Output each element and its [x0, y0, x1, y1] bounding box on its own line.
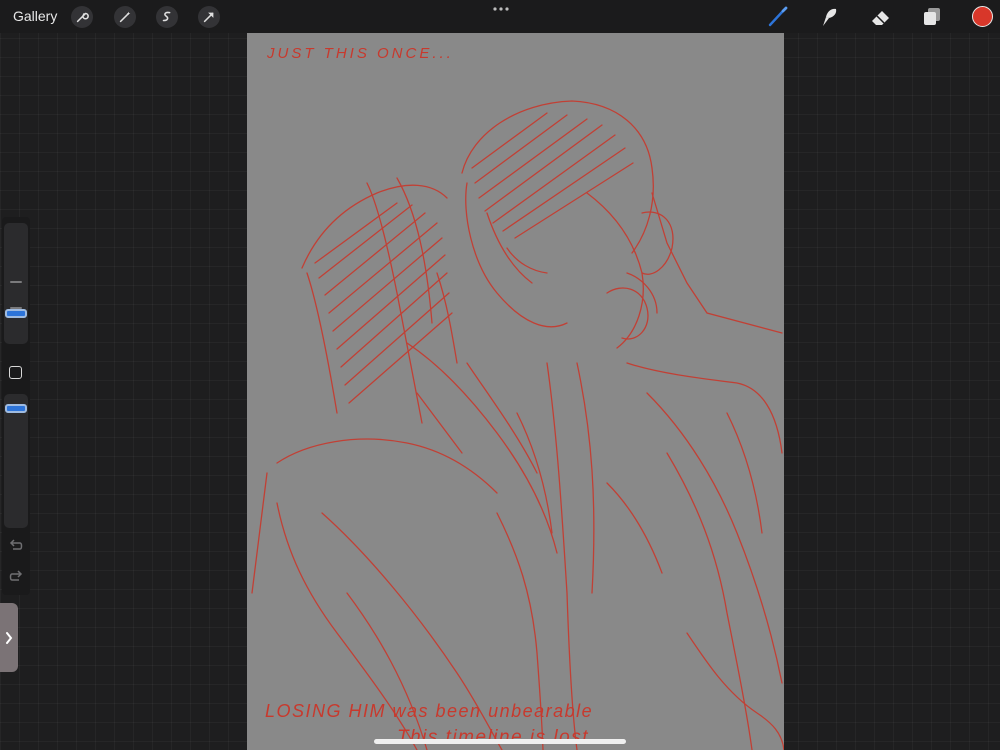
redo-icon[interactable]	[8, 570, 24, 584]
top-caption: JUST THIS ONCE...	[266, 45, 454, 62]
undo-icon[interactable]	[8, 539, 24, 553]
color-swatch[interactable]	[972, 6, 993, 27]
brush-opacity-thumb[interactable]	[5, 404, 27, 413]
sketch-artwork: JUST THIS ONCE... LOSING HIM was been un…	[251, 45, 784, 750]
top-toolbar: Gallery	[0, 0, 1000, 33]
brush-size-slider[interactable]	[4, 223, 28, 344]
sidebar-expand-tab[interactable]	[0, 603, 18, 672]
slider-tick	[10, 281, 22, 283]
selection-button[interactable]	[156, 6, 178, 28]
layers-icon[interactable]	[920, 5, 944, 29]
adjustments-button[interactable]	[114, 6, 136, 28]
transform-arrow-icon	[203, 12, 214, 23]
bottom-caption-line2: This timeline is lost...	[397, 727, 609, 748]
brush-size-thumb[interactable]	[5, 309, 27, 318]
transform-button[interactable]	[198, 6, 220, 28]
wrench-icon	[76, 12, 89, 23]
bottom-caption-line1: LOSING HIM was been unbearable	[265, 701, 593, 721]
gallery-button[interactable]: Gallery	[13, 8, 57, 24]
brush-opacity-slider[interactable]	[4, 394, 28, 528]
more-options-icon[interactable]	[490, 3, 512, 15]
eraser-icon[interactable]	[869, 5, 893, 29]
chevron-right-icon	[6, 631, 13, 644]
drawing-canvas[interactable]: JUST THIS ONCE... LOSING HIM was been un…	[247, 33, 784, 750]
modify-button[interactable]	[9, 366, 22, 379]
brush-icon[interactable]	[766, 5, 790, 29]
smudge-icon[interactable]	[817, 5, 841, 29]
magic-wand-icon	[119, 11, 131, 23]
selection-icon	[162, 11, 171, 22]
home-indicator[interactable]	[374, 739, 626, 744]
left-sidebar	[2, 217, 30, 595]
actions-button[interactable]	[71, 6, 93, 28]
